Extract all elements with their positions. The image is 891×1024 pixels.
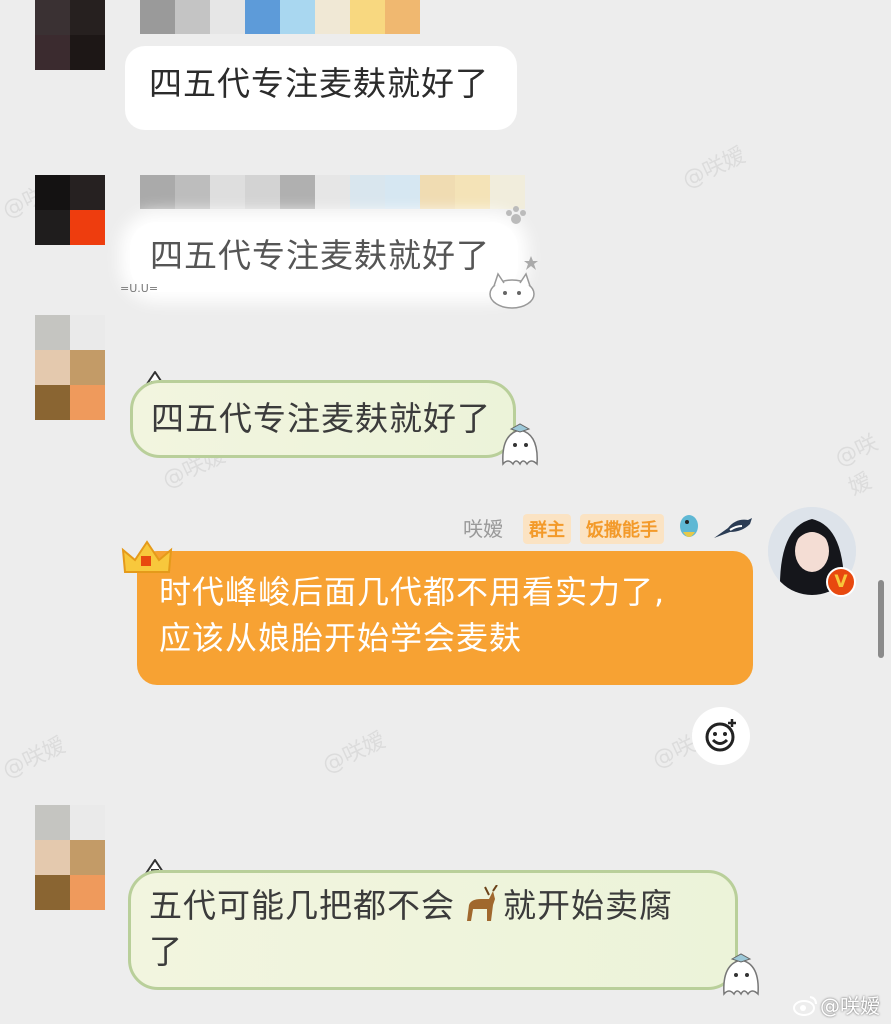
message-text: 四五代专注麦麸就好了	[150, 236, 490, 275]
deer-icon	[467, 884, 498, 921]
watermark: @咲嫒	[678, 142, 750, 194]
watermark: @咲嫒	[0, 732, 70, 784]
avatar[interactable]	[35, 175, 105, 245]
owner-tag: 群主	[523, 514, 571, 544]
footer-text: @咲嫒	[820, 994, 880, 1018]
sender-name-blurred	[140, 0, 420, 34]
message-bubble-self[interactable]: 时代峰峻后面几代都不用看实力了, 应该从娘胎开始学会麦麸	[137, 551, 753, 685]
avatar[interactable]	[35, 805, 105, 910]
weibo-icon	[793, 995, 817, 1016]
cat-sticker-icon	[489, 272, 535, 309]
message-text: 时代峰峻后面几代都不用看实力了,	[159, 573, 666, 611]
verified-badge: V	[826, 567, 856, 597]
crown-icon	[121, 540, 173, 573]
star-icon	[524, 256, 538, 270]
weibo-watermark: @咲嫒	[792, 990, 880, 1019]
sender-name: 咲嫒	[463, 517, 503, 541]
scrollbar-thumb[interactable]	[878, 580, 884, 658]
ghost-sticker-icon	[723, 953, 759, 996]
message-bubble[interactable]: 四五代专注麦麸就好了	[130, 380, 516, 458]
add-reaction-button[interactable]	[692, 707, 750, 765]
message-bubble[interactable]: 四五代专注麦麸就好了	[125, 46, 517, 130]
bird-icon	[680, 515, 698, 537]
message-text: 了	[149, 932, 183, 971]
paw-icon	[506, 206, 526, 224]
sender-name-blurred	[140, 175, 525, 209]
ghost-sticker-icon	[502, 423, 538, 466]
magpie-icon	[714, 518, 752, 538]
message-bubble[interactable]: 五代可能几把都不会 就开始卖腐 了	[128, 870, 738, 990]
watermark: @咲嫒	[831, 430, 882, 501]
avatar[interactable]	[35, 315, 105, 420]
avatar[interactable]	[35, 0, 105, 70]
emoji-add-icon	[705, 719, 736, 752]
message-text: 就开始卖腐	[503, 886, 673, 925]
message-text: 四五代专注麦麸就好了	[149, 64, 489, 103]
message-text: 四五代专注麦麸就好了	[151, 399, 491, 438]
watermark: @咲嫒	[318, 727, 390, 779]
title-tag: 饭撒能手	[580, 514, 664, 544]
message-text: 应该从娘胎开始学会麦麸	[159, 619, 523, 657]
message-text: 五代可能几把都不会	[149, 886, 455, 925]
message-bubble[interactable]: 四五代专注麦麸就好了	[130, 222, 518, 292]
bubble-decor-text: =U.U=	[120, 282, 159, 295]
